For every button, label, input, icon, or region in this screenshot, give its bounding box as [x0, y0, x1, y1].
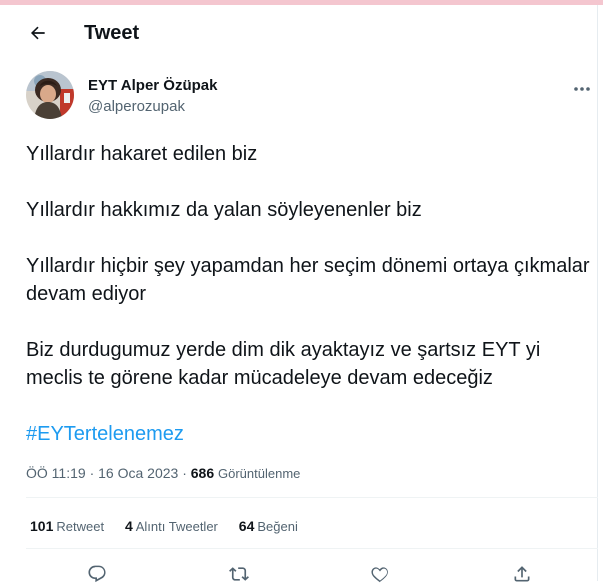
- avatar-image: [26, 71, 74, 119]
- retweets-label: Retweet: [56, 519, 105, 534]
- more-horizontal-icon: [574, 87, 590, 91]
- divider: [26, 548, 598, 549]
- views-count: 686: [190, 465, 215, 481]
- tweet-stats: 101 Retweet 4 Alıntı Tweetler 64 Beğeni: [30, 517, 315, 536]
- reply-button[interactable]: [84, 561, 110, 587]
- more-options-button[interactable]: [568, 75, 596, 103]
- action-bar: [0, 561, 597, 587]
- back-button[interactable]: [22, 17, 54, 49]
- meta-separator: ·: [182, 465, 187, 481]
- likes-label: Beğeni: [257, 519, 298, 534]
- views-label: Görüntülenme: [218, 466, 301, 481]
- retweet-button[interactable]: [226, 561, 252, 587]
- meta-separator: ·: [89, 465, 95, 481]
- tweet-date[interactable]: 16 Oca 2023: [98, 465, 178, 481]
- tweet-meta: ÖÖ 11:19 · 16 Oca 2023 · 686 Görüntülenm…: [26, 464, 300, 483]
- tweet-paragraph: Yıllardır hakkımız da yalan söyleyenenle…: [26, 199, 422, 221]
- quotes-label: Alıntı Tweetler: [135, 519, 218, 534]
- retweets-count: 101: [30, 518, 54, 534]
- like-icon: [371, 567, 388, 583]
- tweet-time[interactable]: ÖÖ 11:19: [26, 465, 86, 481]
- tweet-text: Yıllardır hakaret edilen biz Yıllardır h…: [26, 140, 596, 420]
- tweet-paragraph: Biz durdugumuz yerde dim dik ayaktayız v…: [26, 339, 541, 389]
- hashtag-link[interactable]: #EYTertelenemez: [26, 420, 184, 448]
- quotes-count: 4: [124, 518, 133, 534]
- tweet-paragraph: Yıllardır hakaret edilen biz: [26, 143, 258, 165]
- arrow-left-icon: [30, 26, 45, 40]
- likes-stat[interactable]: 64 Beğeni: [239, 517, 298, 536]
- page-title: Tweet: [84, 22, 140, 44]
- divider: [26, 497, 598, 498]
- author-handle[interactable]: @alperozupak: [88, 97, 185, 117]
- avatar[interactable]: [26, 71, 74, 119]
- retweet-icon: [229, 567, 249, 581]
- share-button[interactable]: [509, 561, 535, 587]
- share-icon: [514, 566, 530, 582]
- quotes-stat[interactable]: 4 Alıntı Tweetler: [125, 517, 218, 536]
- retweets-stat[interactable]: 101 Retweet: [30, 517, 104, 536]
- tweet-detail-panel: Tweet EYT Alper Özüpak @alperozupak Yıll…: [0, 5, 598, 583]
- author-name[interactable]: EYT Alper Özüpak: [88, 76, 217, 96]
- page-header: Tweet: [0, 5, 597, 57]
- tweet-paragraph: Yıllardır hiçbir şey yapamdan her seçim …: [26, 255, 590, 305]
- like-button[interactable]: [367, 561, 393, 587]
- likes-count: 64: [238, 518, 255, 534]
- reply-icon: [88, 565, 106, 583]
